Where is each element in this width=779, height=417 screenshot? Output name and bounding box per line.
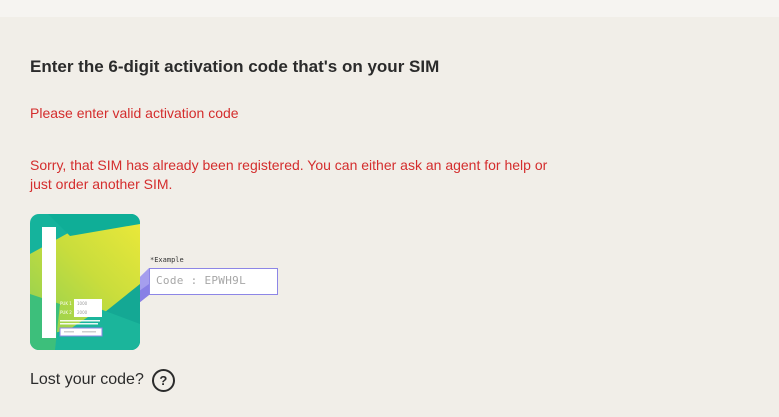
lost-code-row: Lost your code? ? [30, 368, 175, 392]
puk1-value: 1000 [77, 301, 88, 306]
already-registered-error: Sorry, that SIM has already been registe… [30, 157, 548, 192]
top-strip [0, 0, 779, 17]
sim-edge-strip [42, 227, 56, 338]
puk2-value: 2000 [77, 310, 88, 315]
validation-error: Please enter valid activation code [30, 105, 239, 121]
question-circle-icon[interactable]: ? [151, 368, 175, 392]
question-glyph: ? [159, 372, 168, 388]
lost-code-label: Lost your code? [30, 371, 144, 388]
puk2-label: PUK 2 [60, 310, 72, 315]
example-label: *Example [150, 256, 184, 264]
example-code-box: Code : EPWH9L [149, 268, 278, 295]
puk1-label: PUK 1 [60, 301, 72, 306]
page-title: Enter the 6-digit activation code that's… [30, 57, 440, 76]
